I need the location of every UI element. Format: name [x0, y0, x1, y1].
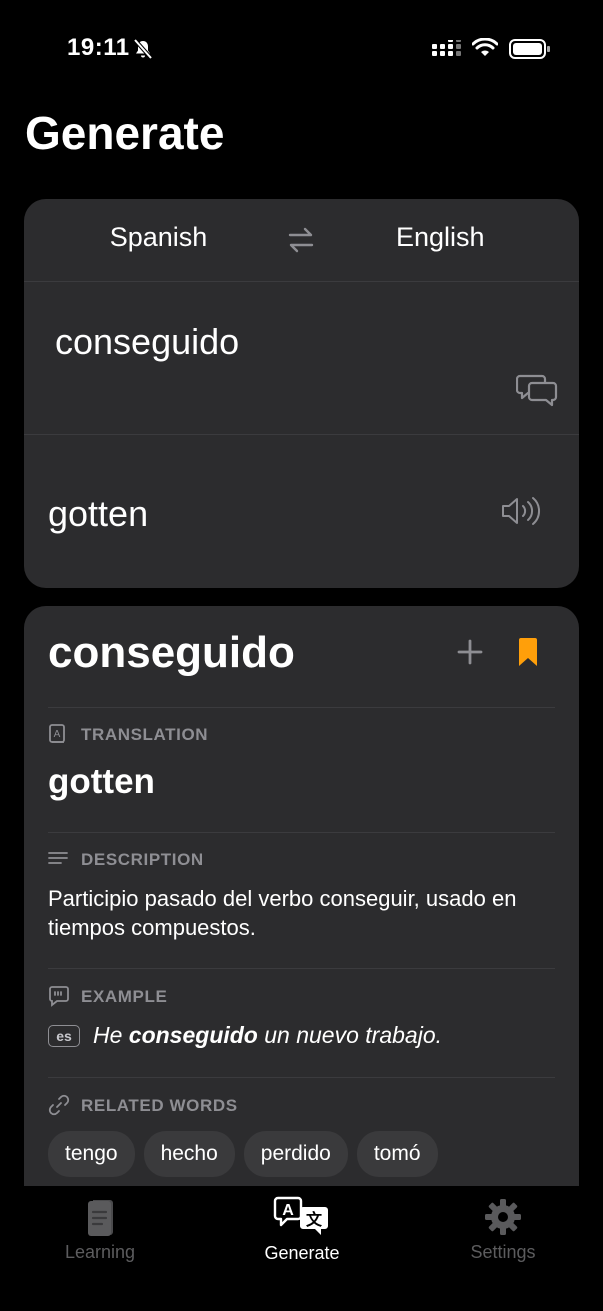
word-detail-card: conseguido A TRANSLATION gotten DESCRIPT…: [24, 606, 579, 1226]
svg-text:A: A: [282, 1202, 294, 1219]
target-language-button[interactable]: English: [396, 222, 485, 253]
translation-output: gotten: [48, 493, 149, 534]
source-text-area: [24, 281, 579, 435]
cellular-signal-icon: [432, 38, 462, 63]
bell-slash-icon: [132, 38, 154, 65]
tab-settings-label: Settings: [470, 1242, 536, 1262]
conversation-icon[interactable]: [515, 373, 558, 412]
tab-learning[interactable]: Learning: [20, 1186, 180, 1263]
notebook-icon: [88, 1200, 113, 1236]
description-value: Participio pasado del verbo conseguir, u…: [48, 886, 517, 940]
bookmark-icon[interactable]: [517, 637, 539, 672]
divider: [48, 968, 555, 969]
text-lines-icon: [48, 850, 68, 873]
tab-settings[interactable]: Settings: [423, 1186, 583, 1263]
translation-output-area: gotten: [24, 435, 579, 588]
swap-languages-icon[interactable]: [287, 225, 315, 260]
tab-generate-label: Generate: [264, 1243, 340, 1263]
divider: [48, 1077, 555, 1078]
source-text-input[interactable]: [55, 321, 475, 363]
page-title: Generate: [25, 107, 225, 159]
related-word-chip[interactable]: tengo: [48, 1131, 135, 1177]
related-words-label: RELATED WORDS: [81, 1096, 238, 1115]
speaker-icon[interactable]: [500, 495, 544, 532]
status-time: 19:11: [67, 34, 130, 61]
translate-icon: A 文: [273, 1196, 328, 1235]
detail-word: conseguido: [48, 628, 295, 677]
battery-icon: [509, 38, 551, 65]
translation-value: gotten: [48, 762, 155, 801]
divider: [48, 832, 555, 833]
dictionary-icon: A: [48, 723, 68, 750]
translator-card: Spanish English gotten: [24, 199, 579, 588]
source-language-button[interactable]: Spanish: [24, 222, 299, 253]
related-words-list: tengo hecho perdido tomó: [48, 1131, 438, 1177]
gear-icon: [485, 1199, 521, 1235]
example-label: EXAMPLE: [81, 987, 168, 1006]
tab-learning-label: Learning: [64, 1242, 136, 1262]
related-word-chip[interactable]: tomó: [356, 1131, 438, 1177]
related-word-chip[interactable]: perdido: [243, 1131, 348, 1177]
svg-text:文: 文: [306, 1210, 323, 1229]
translation-label: TRANSLATION: [81, 725, 209, 744]
tab-generate[interactable]: A 文 Generate: [222, 1186, 382, 1264]
svg-text:A: A: [54, 729, 61, 740]
tab-bar: Learning A 文 Generate Settings: [0, 1186, 603, 1311]
language-badge: es: [48, 1025, 80, 1047]
divider: [48, 707, 555, 708]
related-word-chip[interactable]: hecho: [143, 1131, 235, 1177]
quote-bubble-icon: [48, 985, 70, 1012]
language-bar: Spanish English: [24, 199, 579, 282]
wifi-icon: [471, 37, 499, 63]
description-label: DESCRIPTION: [81, 850, 204, 869]
add-icon[interactable]: [456, 638, 484, 671]
link-icon: [48, 1094, 70, 1121]
example-sentence: He conseguido un nuevo trabajo.: [93, 1022, 442, 1048]
status-bar: 19:11: [0, 0, 603, 100]
